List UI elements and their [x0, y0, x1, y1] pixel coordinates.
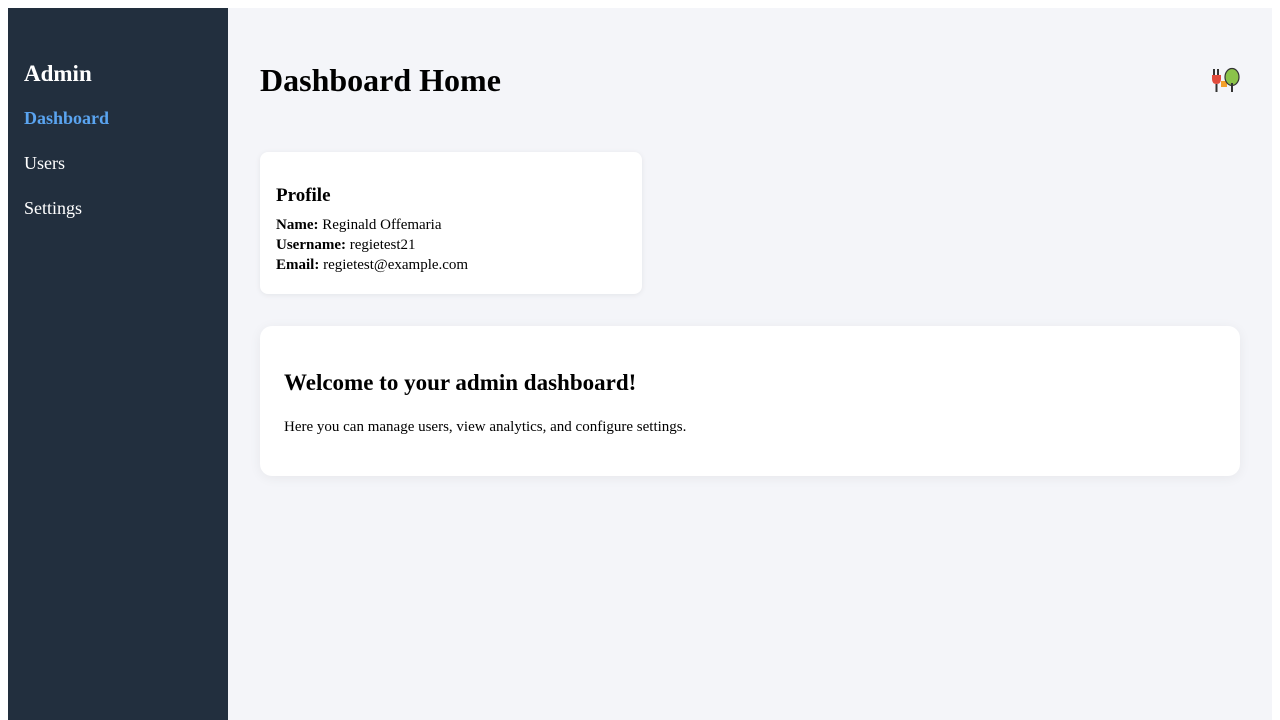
- welcome-card: Welcome to your admin dashboard! Here yo…: [260, 326, 1240, 476]
- profile-name-value: Reginald Offemaria: [322, 217, 442, 233]
- main-content: Dashboard Home Profile Name: Reginald Of…: [228, 8, 1272, 720]
- sidebar-item-settings[interactable]: Settings: [24, 197, 212, 219]
- page-header: Dashboard Home: [260, 8, 1240, 152]
- welcome-title: Welcome to your admin dashboard!: [284, 370, 637, 395]
- profile-title: Profile: [276, 185, 331, 206]
- profile-username-row: Username: regietest21: [276, 235, 626, 255]
- profile-name-row: Name: Reginald Offemaria: [276, 215, 626, 235]
- profile-email-row: Email: regietest@example.com: [276, 255, 626, 275]
- profile-email-label: Email:: [276, 257, 320, 273]
- sidebar-item-dashboard[interactable]: Dashboard: [24, 107, 212, 129]
- sidebar: Admin Dashboard Users Settings: [8, 8, 228, 720]
- profile-email-value: regietest@example.com: [323, 257, 469, 273]
- app-frame: Admin Dashboard Users Settings Dashboard…: [8, 8, 1272, 720]
- page-title: Dashboard Home: [260, 62, 501, 98]
- profile-username-label: Username:: [276, 237, 346, 253]
- sidebar-nav: Dashboard Users Settings: [24, 107, 212, 219]
- profile-username-value: regietest21: [349, 237, 416, 253]
- profile-name-label: Name:: [276, 217, 319, 233]
- sidebar-title: Admin: [24, 61, 92, 86]
- sidebar-item-users[interactable]: Users: [24, 152, 212, 174]
- welcome-text: Here you can manage users, view analytic…: [284, 419, 687, 435]
- food-and-tree-icon[interactable]: [1210, 66, 1240, 94]
- profile-card: Profile Name: Reginald Offemaria Usernam…: [260, 152, 642, 294]
